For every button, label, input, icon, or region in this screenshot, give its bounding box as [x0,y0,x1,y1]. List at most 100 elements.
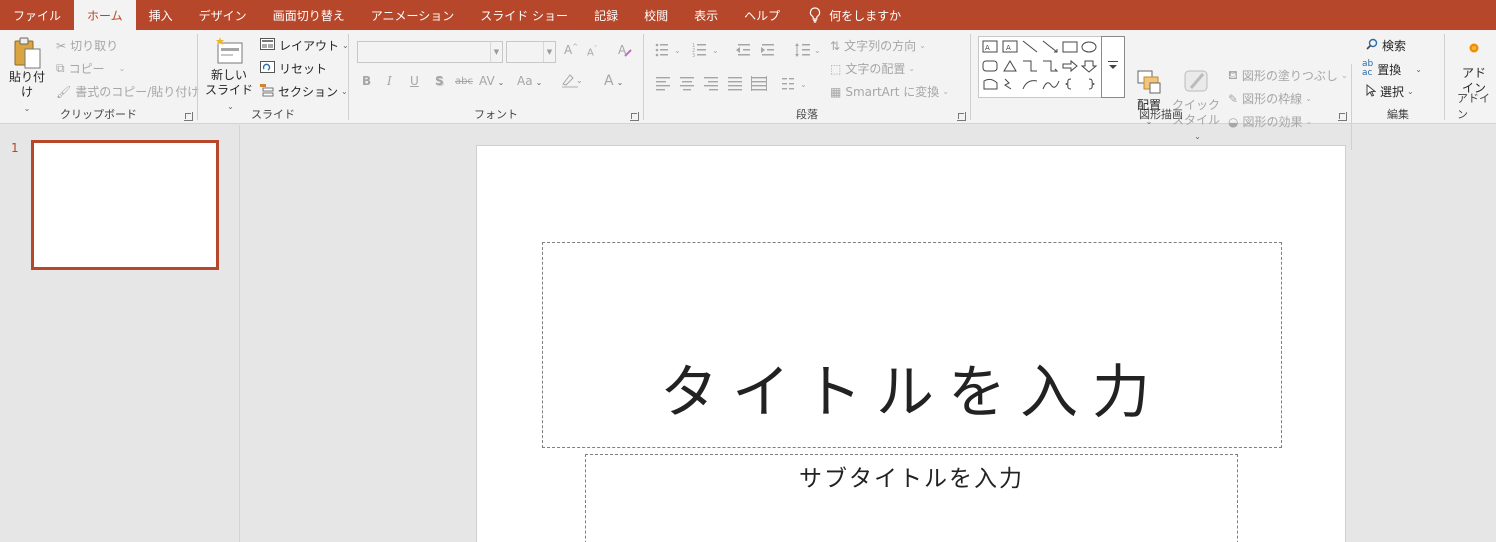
shrink-font-icon[interactable]: Aˇ [587,45,597,58]
shapes-gallery-more-button[interactable] [1101,36,1125,98]
underline-button[interactable]: U [410,74,419,88]
tab-insert[interactable]: 挿入 [136,0,186,30]
convert-smartart-button[interactable]: ▦ SmartArt に変換 ⌄ [830,83,949,100]
font-name-combo[interactable]: ▼ [357,41,503,63]
paragraph-group: ⌄ 123 ⌄ ⌄ ⌄ ⇅ 文字列の方向 ⌄ ⬚ 文字の配置 ⌄ ▦ Smart… [644,30,970,124]
clear-formatting-icon[interactable]: A [617,42,633,61]
alignment-icons[interactable]: ⌄ [654,75,824,91]
clipboard-group-label: クリップボード [60,108,137,121]
copy-icon: ⧉ [56,61,65,75]
shape-outline-button[interactable]: ✎ 図形の枠線 ⌄ [1228,90,1312,107]
arrange-label: 配置 [1136,98,1161,112]
tab-transitions[interactable]: 画面切り替え [260,0,358,30]
paste-icon [14,37,41,69]
drawing-launcher-icon[interactable] [1338,112,1347,121]
grow-font-icon[interactable]: A^ [564,43,578,57]
tab-home[interactable]: ホーム [74,0,136,30]
tab-animations[interactable]: アニメーション [358,0,468,30]
cut-label: 切り取り [70,39,119,53]
shape-effects-icon: ◒ [1228,114,1239,129]
new-slide-label-2: スライド [204,83,253,97]
smartart-icon: ▦ [830,84,842,99]
highlight-color-button[interactable]: ⌄ [561,72,583,91]
format-painter-button[interactable]: 🖌 書式のコピー/貼り付け [56,83,199,100]
quick-styles-label-1: クイック [1171,98,1220,112]
section-icon [260,83,274,100]
align-text-button[interactable]: ⬚ 文字の配置 ⌄ [830,60,915,77]
reset-label: リセット [279,62,328,76]
find-button[interactable]: 検索 [1366,37,1406,54]
svg-text:⌄: ⌄ [800,80,807,89]
svg-text:⌄: ⌄ [576,76,583,85]
svg-text:3: 3 [692,53,695,58]
paste-button[interactable]: 貼り付け ⌄ [4,36,50,116]
slide-thumbnail[interactable] [31,140,219,270]
copy-button[interactable]: ⧉ コピー ⌄ [56,60,125,77]
change-case-button[interactable]: Aa ⌄ [517,74,542,88]
character-spacing-button[interactable]: AV ⌄ [479,74,504,88]
list-indent-icons[interactable]: ⌄ 123 ⌄ ⌄ [654,42,834,58]
tab-slideshow[interactable]: スライド ショー [467,0,581,30]
arrange-button[interactable]: 配置 ⌄ [1130,68,1168,129]
shape-fill-button[interactable]: ⛾ 図形の塗りつぶし ⌄ [1228,67,1348,84]
shapes-gallery-icons: A A [982,40,1098,90]
quick-styles-button[interactable]: クイック スタイル⌄ [1168,68,1224,144]
italic-button[interactable]: I [387,74,392,88]
subtitle-placeholder[interactable]: サブタイトルを入力 [585,454,1238,542]
font-group-label: フォント [474,108,518,121]
clipboard-group: 貼り付け ⌄ ✂ 切り取り ⧉ コピー ⌄ 🖌 書式のコピー/貼り付け クリップボード [0,30,199,124]
svg-text:⌄: ⌄ [674,46,681,55]
paragraph-launcher-icon[interactable] [957,112,966,121]
align-text-icon: ⬚ [830,61,842,76]
font-color-button[interactable]: A ⌄ [604,73,623,89]
quick-styles-icon [1184,70,1208,92]
text-direction-button[interactable]: ⇅ 文字列の方向 ⌄ [830,37,926,54]
change-case-label: Aa [517,74,533,88]
bold-button[interactable]: B [362,74,371,88]
tell-me-search[interactable]: 何をしますか [793,0,914,30]
shape-fill-label: 図形の塗りつぶし [1241,69,1338,83]
svg-text:A: A [1006,44,1011,52]
tab-help[interactable]: ヘルプ [731,0,793,30]
cut-button[interactable]: ✂ 切り取り [56,37,118,54]
layout-label: レイアウト [279,39,340,53]
smartart-label: SmartArt に変換 [845,85,940,99]
slides-group: 新しい スライド⌄ レイアウト ⌄ リセット セクション ⌄ スライド [198,30,349,124]
font-group: ▼ ▼ A^ Aˇ A B I U S abc AV ⌄ Aa ⌄ ⌄ A ⌄ フォン… [349,30,643,124]
section-label: セクション [278,85,339,99]
new-slide-button[interactable]: 新しい スライド⌄ [204,36,254,114]
tab-review[interactable]: 校閲 [631,0,681,30]
cursor-arrow-icon [1366,83,1377,100]
section-button[interactable]: セクション ⌄ [260,83,348,100]
addins-group-label: アドイン [1457,92,1490,121]
shape-effects-button[interactable]: ◒ 図形の効果 ⌄ [1228,113,1312,130]
slide-number: 1 [11,141,19,155]
addins-button[interactable]: アド イン [1457,42,1491,96]
select-button[interactable]: 選択 ⌄ [1366,83,1414,100]
find-label: 検索 [1382,39,1407,53]
addins-icon [1469,43,1479,53]
slides-group-label: スライド [251,108,295,121]
shapes-gallery[interactable]: A A [978,36,1102,98]
format-painter-icon: 🖌 [56,84,72,99]
reset-button[interactable]: リセット [260,60,327,77]
scissors-icon: ✂ [56,38,67,53]
text-shadow-button[interactable]: S [435,74,444,88]
select-label: 選択 [1380,85,1405,99]
title-placeholder[interactable]: タイトルを入力 [542,242,1282,448]
strikethrough-button[interactable]: abc [455,76,473,87]
svg-text:A: A [985,44,990,52]
font-size-combo[interactable]: ▼ [506,41,556,63]
quick-styles-label-2: スタイル [1171,113,1220,127]
clipboard-launcher-icon[interactable] [184,112,193,121]
paste-label: 貼り付け [8,70,45,99]
tab-design[interactable]: デザイン [186,0,260,30]
layout-button[interactable]: レイアウト ⌄ [260,37,349,54]
tab-view[interactable]: 表示 [681,0,731,30]
new-slide-label-1: 新しい [210,68,247,82]
replace-button[interactable]: ab ac 置換 ⌄ [1362,60,1422,78]
tab-record[interactable]: 記録 [581,0,631,30]
font-launcher-icon[interactable] [630,112,639,121]
tab-file[interactable]: ファイル [0,0,74,30]
chevron-down-icon: ▼ [543,42,555,62]
